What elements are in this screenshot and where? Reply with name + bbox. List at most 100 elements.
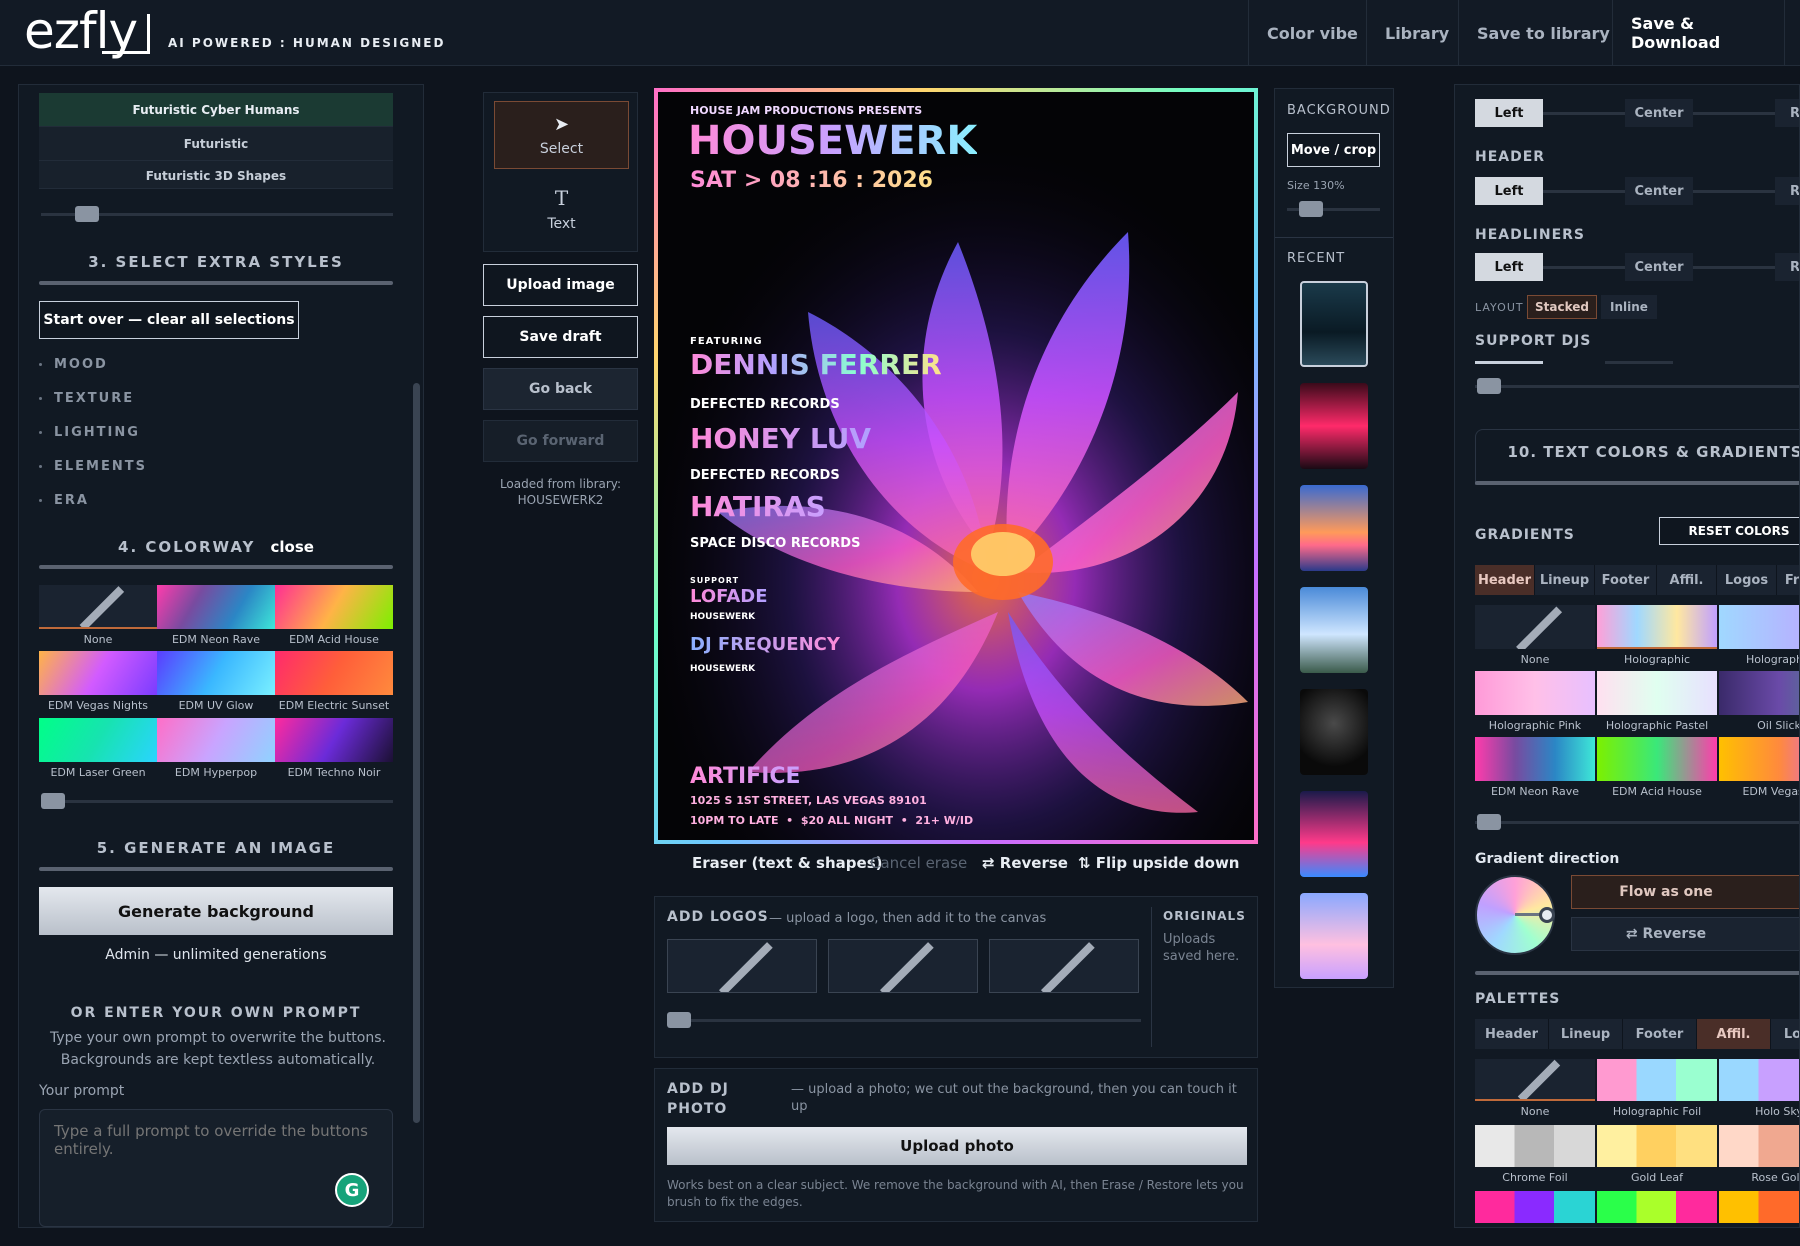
flow-as-one-button[interactable]: Flow as one <box>1571 875 1799 909</box>
size-slider-knob[interactable] <box>1299 201 1323 217</box>
start-over-button[interactable]: Start over — clear all selections <box>39 301 299 339</box>
poster-sup1-label[interactable]: HOUSEWERK <box>690 612 755 622</box>
nav-color-vibe[interactable]: Color vibe <box>1248 0 1376 66</box>
style-item-selected[interactable]: Futuristic Cyber Humans <box>39 93 393 127</box>
colorway-close-link[interactable]: close <box>271 538 314 556</box>
grad-tab-frame[interactable]: Fra <box>1777 565 1799 595</box>
gradient-none[interactable] <box>1475 605 1595 649</box>
style-item[interactable]: Futuristic <box>39 127 393 161</box>
recent-thumb-5[interactable] <box>1300 689 1368 775</box>
poster-dj3-label[interactable]: SPACE DISCO RECORDS <box>690 536 860 551</box>
upload-photo-button[interactable]: Upload photo <box>667 1127 1247 1165</box>
align-center-chip[interactable]: Center <box>1625 253 1693 281</box>
eraser-tool[interactable]: Eraser (text & shapes) <box>692 854 882 872</box>
style-item[interactable]: Futuristic 3D Shapes <box>39 161 393 189</box>
gradient-reverse-button[interactable]: ⇄ Reverse <box>1571 917 1799 951</box>
palette-holo-sky[interactable] <box>1719 1059 1799 1101</box>
flip-button[interactable]: ⇅ Flip upside down <box>1078 854 1239 872</box>
go-back-button[interactable]: Go back <box>483 368 638 410</box>
layout-stacked-chip[interactable]: Stacked <box>1527 295 1597 319</box>
layout-inline-chip[interactable]: Inline <box>1601 295 1657 319</box>
logo-slot-2[interactable] <box>828 939 978 993</box>
colorway-edm-techno-noir[interactable] <box>275 718 393 762</box>
align-right-chip[interactable]: R <box>1775 253 1799 281</box>
poster-dj2[interactable]: HONEY LUV <box>690 422 871 455</box>
logos-scroll-knob[interactable] <box>667 1012 691 1028</box>
colorway-edm-uv-glow[interactable] <box>157 651 275 695</box>
support-slider-knob[interactable] <box>1477 378 1501 394</box>
poster-dj1[interactable]: DENNIS FERRER <box>690 348 942 381</box>
poster-presents[interactable]: HOUSE JAM PRODUCTIONS PRESENTS <box>690 104 922 117</box>
poster-venue[interactable]: ARTIFICE <box>690 764 801 789</box>
align-right-chip[interactable]: R <box>1775 177 1799 205</box>
palette-row4-1[interactable] <box>1475 1191 1595 1223</box>
gradient-holographic-pink[interactable] <box>1475 671 1595 715</box>
gradient-edm-neon-rave[interactable] <box>1475 737 1595 781</box>
poster-canvas-frame[interactable]: HOUSE JAM PRODUCTIONS PRESENTS HOUSEWERK… <box>654 88 1258 844</box>
poster-dj3[interactable]: HATIRAS <box>690 490 826 523</box>
support-slider-track[interactable] <box>1475 385 1799 388</box>
poster-sup2[interactable]: DJ FREQUENCY <box>690 634 840 655</box>
grad-tab-lineup[interactable]: Lineup <box>1535 565 1595 595</box>
colorway-edm-neon-rave[interactable] <box>157 585 275 629</box>
poster-date[interactable]: SAT > 08 :16 : 2026 <box>690 168 933 193</box>
palette-gold-leaf[interactable] <box>1597 1125 1717 1167</box>
category-elements[interactable]: ELEMENTS <box>39 459 339 474</box>
gradient-oil-slick[interactable] <box>1719 671 1799 715</box>
poster-title[interactable]: HOUSEWERK <box>688 118 977 164</box>
poster-support[interactable]: SUPPORT <box>690 576 739 585</box>
recent-thumb-7[interactable] <box>1300 893 1368 979</box>
nav-library[interactable]: Library <box>1366 0 1467 66</box>
category-lighting[interactable]: LIGHTING <box>39 425 339 440</box>
grad-tab-affil[interactable]: Affil. <box>1657 565 1717 595</box>
text-tool[interactable]: T Text <box>494 175 629 243</box>
reset-colors-button[interactable]: RESET COLORS <box>1659 517 1799 545</box>
pal-tab-lineup[interactable]: Lineup <box>1549 1019 1623 1049</box>
styles-scroll-knob[interactable] <box>75 206 99 222</box>
recent-thumb-6[interactable] <box>1300 791 1368 877</box>
recent-thumb-1[interactable] <box>1300 281 1368 367</box>
move-crop-button[interactable]: Move / crop <box>1287 133 1380 167</box>
palette-none[interactable] <box>1475 1059 1595 1101</box>
colorway-edm-laser-green[interactable] <box>39 718 157 762</box>
colorway-scroll-knob[interactable] <box>41 793 65 809</box>
select-tool[interactable]: ➤ Select <box>494 101 629 169</box>
palette-holographic-foil[interactable] <box>1597 1059 1717 1101</box>
palette-chrome-foil[interactable] <box>1475 1125 1595 1167</box>
align-center-chip[interactable]: Center <box>1625 177 1693 205</box>
poster-canvas[interactable]: HOUSE JAM PRODUCTIONS PRESENTS HOUSEWERK… <box>658 92 1254 840</box>
grad-tab-footer[interactable]: Footer <box>1595 565 1657 595</box>
align-center-chip[interactable]: Center <box>1625 99 1693 127</box>
recent-thumb-2[interactable] <box>1300 383 1368 469</box>
pal-tab-logos[interactable]: Lo <box>1771 1019 1799 1049</box>
poster-sup2-label[interactable]: HOUSEWERK <box>690 664 755 674</box>
gradient-holographic[interactable] <box>1597 605 1717 649</box>
left-panel-scrollbar[interactable] <box>413 383 420 1123</box>
prompt-textarea[interactable] <box>39 1109 393 1227</box>
category-texture[interactable]: TEXTURE <box>39 391 339 406</box>
palette-rose-gold[interactable] <box>1719 1125 1799 1167</box>
colorway-none[interactable] <box>39 585 157 629</box>
colorway-edm-acid-house[interactable] <box>275 585 393 629</box>
gradient-edm-vegas-nights[interactable] <box>1719 737 1799 781</box>
nav-save-download[interactable]: Save & Download <box>1612 0 1800 66</box>
go-forward-button[interactable]: Go forward <box>483 420 638 462</box>
dial-handle[interactable] <box>1539 907 1555 923</box>
logo-slot-3[interactable] <box>989 939 1139 993</box>
align-right-chip[interactable]: R <box>1775 99 1799 127</box>
generate-background-button[interactable]: Generate background <box>39 887 393 935</box>
poster-address[interactable]: 1025 S 1ST STREET, LAS VEGAS 89101 <box>690 794 927 807</box>
recent-thumb-4[interactable] <box>1300 587 1368 673</box>
align-left-chip[interactable]: Left <box>1475 177 1543 205</box>
nav-save-to-library[interactable]: Save to library <box>1458 0 1628 66</box>
colorway-scroll-track[interactable] <box>41 800 393 803</box>
poster-dj2-label[interactable]: DEFECTED RECORDS <box>690 468 840 483</box>
gradient-scroll-knob[interactable] <box>1477 814 1501 830</box>
reverse-button[interactable]: ⇄ Reverse <box>982 854 1068 872</box>
poster-dj1-label[interactable]: DEFECTED RECORDS <box>690 397 840 412</box>
palette-row4-3[interactable] <box>1719 1191 1799 1223</box>
poster-details[interactable]: 10PM TO LATE • $20 ALL NIGHT • 21+ W/ID <box>690 814 973 827</box>
logos-scroll-track[interactable] <box>667 1019 1141 1022</box>
pal-tab-footer[interactable]: Footer <box>1623 1019 1697 1049</box>
colorway-edm-electric-sunset[interactable] <box>275 651 393 695</box>
